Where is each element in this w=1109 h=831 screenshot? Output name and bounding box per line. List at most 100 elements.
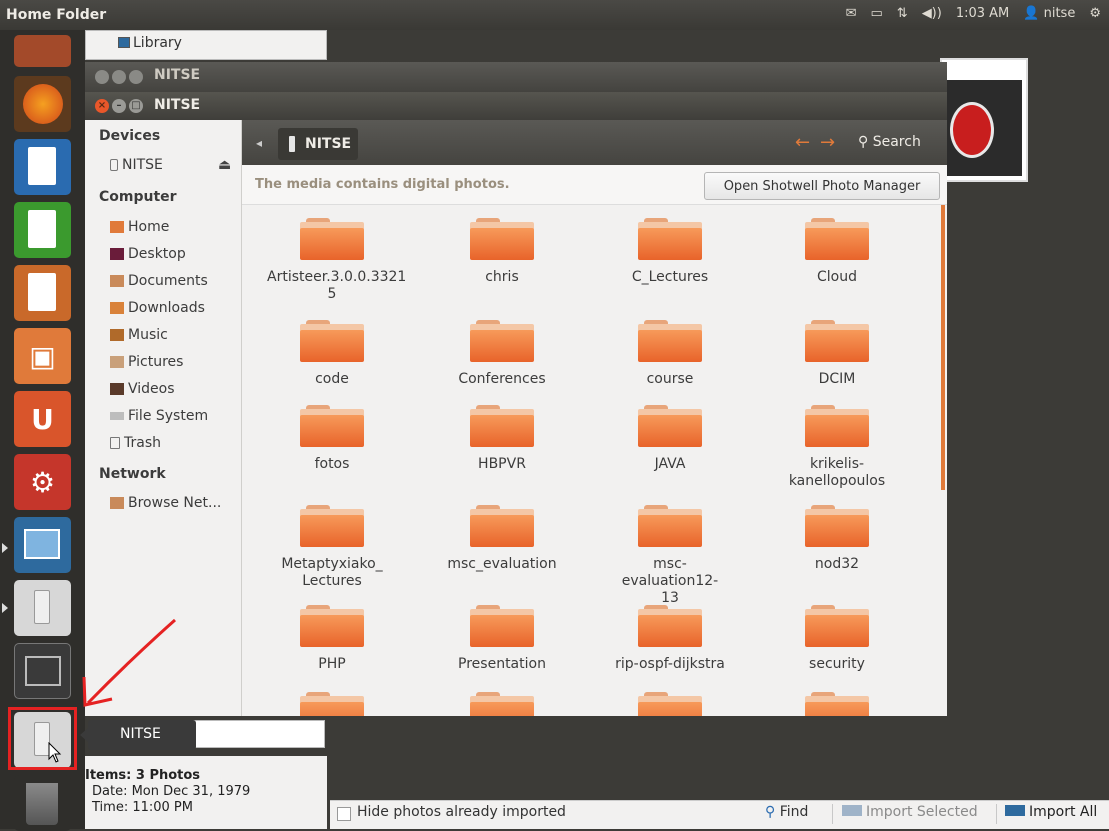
sidebar-item-trash[interactable]: Trash [110, 435, 161, 451]
sidebar-item-videos[interactable]: Videos [110, 381, 175, 397]
sidebar-item-documents[interactable]: Documents [110, 273, 208, 289]
libreoffice-impress-icon[interactable] [14, 265, 71, 321]
folder-item[interactable]: msc-evaluation12- 13 [588, 505, 753, 606]
folder-label-line: C_Lectures [631, 269, 709, 285]
folder-item[interactable]: PHP [250, 605, 415, 695]
sound-icon[interactable]: ◀)) [922, 6, 942, 21]
hide-imported-checkbox[interactable] [337, 807, 351, 821]
folder-item[interactable]: rip-ospf-dijkstra [588, 605, 753, 695]
firefox-icon[interactable] [14, 76, 71, 132]
user-icon: 👤 [1023, 6, 1040, 21]
folder-item[interactable]: msc_evaluation [420, 505, 585, 595]
libreoffice-calc-icon[interactable] [14, 202, 71, 258]
find-button[interactable]: ⚲ Find [765, 804, 808, 820]
usb-drive-icon[interactable] [14, 580, 71, 636]
folder-icon [805, 218, 869, 260]
folder-label: fotos [267, 456, 397, 473]
sidebar-item-pictures[interactable]: Pictures [110, 354, 183, 370]
folder-label-line: kanellopoulos [788, 473, 886, 489]
presentation-page [28, 273, 56, 311]
trash-icon[interactable] [14, 775, 71, 831]
import-selected-button[interactable]: Import Selected [842, 804, 978, 820]
nitse-window-titlebar[interactable] [85, 92, 947, 120]
folder-label: Cloud [772, 269, 902, 286]
folder-item[interactable]: code [250, 320, 415, 410]
maximize-icon[interactable] [129, 70, 143, 84]
folder-label: HBPVR [437, 456, 567, 473]
user-menu[interactable]: 👤 nitse [1023, 6, 1075, 21]
folder-item[interactable]: Artisteer.3.0.0.3321 5 [250, 218, 415, 308]
folder-icon [805, 692, 869, 716]
open-shotwell-button[interactable]: Open Shotwell Photo Manager [704, 172, 940, 200]
scrollbar[interactable] [941, 205, 945, 490]
ubuntu-one-icon[interactable]: U [14, 391, 71, 447]
firefox-globe [23, 84, 63, 124]
folder-label: C_Lectures [605, 269, 735, 286]
workspace-switcher-icon[interactable] [14, 643, 71, 699]
launcher-item-top[interactable] [14, 35, 71, 67]
nitse-window-back-titlebar[interactable] [85, 62, 947, 92]
path-scroll-left-icon[interactable]: ◂ [256, 136, 262, 150]
network-icon[interactable]: ⇅ [897, 6, 908, 21]
folder-label: Conferences [437, 371, 567, 388]
folder-item[interactable]: Cloud [755, 218, 920, 308]
minimize-icon[interactable]: – [112, 99, 126, 113]
folder-item[interactable]: Metaptyxiako_ Lectures [250, 505, 415, 595]
maximize-icon[interactable]: □ [129, 99, 143, 113]
media-info-message: The media contains digital photos. [255, 177, 510, 192]
library-item[interactable]: Library [118, 35, 182, 51]
downloads-icon [110, 302, 124, 314]
folder-icon [805, 320, 869, 362]
gear-icon[interactable]: ⚙ [1089, 6, 1101, 21]
sidebar-item-desktop[interactable]: Desktop [110, 246, 186, 262]
folder-label: Presentation [437, 656, 567, 673]
system-settings-icon[interactable]: ⚙ [14, 454, 71, 510]
window-title: NITSE [154, 97, 201, 113]
folder-label-line: course [646, 371, 694, 387]
sidebar-item-file-system[interactable]: File System [110, 408, 208, 424]
folder-label: code [267, 371, 397, 388]
clock[interactable]: 1:03 AM [956, 6, 1009, 21]
software-center-icon[interactable]: ▣ [14, 328, 71, 384]
folder-item[interactable]: fotos [250, 405, 415, 495]
folder-item[interactable]: HBPVR [420, 405, 585, 495]
libreoffice-writer-icon[interactable] [14, 139, 71, 195]
sidebar-item-music[interactable]: Music [110, 327, 168, 343]
folder-label-line: security [809, 656, 865, 672]
forward-arrow-icon[interactable]: → [820, 132, 835, 153]
folder-item[interactable]: JAVA [588, 405, 753, 495]
sidebar-item-home[interactable]: Home [110, 219, 169, 235]
search-button[interactable]: ⚲ Search [858, 134, 921, 150]
folder-item[interactable]: C_Lectures [588, 218, 753, 308]
info-items: Items: 3 Photos [85, 768, 201, 783]
highlight-box [8, 707, 77, 770]
usb-stick-glyph [34, 590, 50, 624]
folder-item[interactable]: security [755, 605, 920, 695]
folder-item[interactable]: Presentation [420, 605, 585, 695]
minimize-icon[interactable] [112, 70, 126, 84]
folder-item[interactable]: krikelis-kanellopoulos [755, 405, 920, 495]
battery-icon[interactable]: ▭ [870, 6, 882, 21]
folder-label: JAVA [605, 456, 735, 473]
folder-label: security [772, 656, 902, 673]
eject-icon[interactable]: ⏏ [218, 157, 231, 173]
folder-item[interactable]: chris [420, 218, 585, 308]
import-all-button[interactable]: Import All [1005, 804, 1097, 820]
folder-item[interactable]: nod32 [755, 505, 920, 595]
sidebar-item-downloads[interactable]: Downloads [110, 300, 205, 316]
folder-icon [300, 405, 364, 447]
shotwell-icon[interactable] [14, 517, 71, 573]
active-app-title: Home Folder [6, 7, 107, 23]
sidebar-item-browse-network[interactable]: Browse Net... [110, 495, 221, 511]
folder-label-line: PHP [318, 656, 346, 672]
sidebar-item-nitse[interactable]: NITSE [110, 157, 163, 173]
folder-item[interactable]: course [588, 320, 753, 410]
mail-icon[interactable]: ✉ [846, 6, 857, 21]
import-icon [1005, 805, 1025, 816]
folder-item[interactable]: DCIM [755, 320, 920, 410]
folder-item[interactable]: Conferences [420, 320, 585, 410]
close-icon[interactable]: × [95, 99, 109, 113]
close-icon[interactable] [95, 70, 109, 84]
back-arrow-icon[interactable]: ← [795, 132, 810, 153]
trash-icon [110, 437, 120, 449]
